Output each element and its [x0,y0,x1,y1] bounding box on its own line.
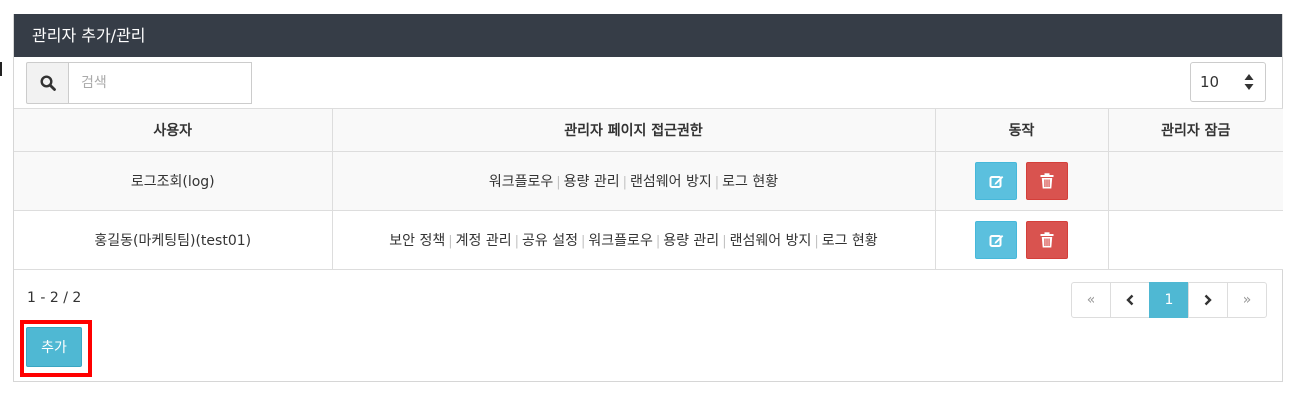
lock-cell [1107,151,1283,211]
permission-item: 보안 정책 [389,233,446,249]
trash-icon [1040,173,1054,189]
add-button[interactable]: 추가 [26,327,82,367]
chevron-right-icon [1204,294,1212,306]
permissions-cell: 보안 정책 | 계정 관리 | 공유 설정 | 워크플로우 | 용량 관리 | 랜섬웨어 방지 | 로그… [331,210,936,270]
search-input[interactable] [69,62,252,104]
table-header-row: 사용자 관리자 페이지 접근권한 동작 관리자 잠금 [14,108,1283,152]
panel-title: 관리자 추가/관리 [14,14,1282,57]
edit-button[interactable] [975,221,1018,259]
page-size-value: 10 [1200,73,1220,91]
record-count: 1 - 2 / 2 [27,290,82,306]
permission-item: 랜섬웨어 방지 [630,174,712,190]
admin-panel: 관리자 추가/관리 10 [13,14,1283,382]
lock-cell [1107,210,1283,270]
permission-item: 로그 현황 [821,233,878,249]
window-edge-marker [0,62,2,76]
col-header-actions: 동작 [934,108,1109,152]
page-number-button[interactable]: 1 [1149,282,1189,318]
chevron-left-icon [1126,294,1134,306]
admin-table: 사용자 관리자 페이지 접근권한 동작 관리자 잠금 로그조회(log) 워크플… [14,108,1283,270]
permission-item: 워크플로우 [588,233,653,249]
first-page-button[interactable]: « [1071,282,1111,318]
delete-button[interactable] [1025,162,1068,200]
col-header-lock[interactable]: 관리자 잠금 [1107,108,1283,152]
search-group [26,62,252,104]
permission-item: 워크플로우 [488,174,554,190]
user-cell: 로그조회(log) [14,151,333,211]
page-size-select[interactable]: 10 [1190,62,1266,102]
permission-item: 랜섬웨어 방지 [729,233,812,249]
user-cell: 홍길동(마케팅팀)(test01) [14,210,333,270]
col-header-user[interactable]: 사용자 [14,108,333,152]
permission-item: 용량 관리 [663,233,720,249]
last-page-button[interactable]: » [1227,282,1267,318]
search-button[interactable] [26,62,69,104]
prev-page-button[interactable] [1110,282,1150,318]
next-page-button[interactable] [1188,282,1228,318]
actions-cell [934,210,1109,270]
col-header-permissions[interactable]: 관리자 페이지 접근권한 [331,108,936,152]
edit-icon [989,175,1004,188]
permission-item: 로그 현황 [722,174,779,190]
permissions-cell: 워크플로우 | 용량 관리 | 랜섬웨어 방지 | 로그 현황 [331,151,936,211]
actions-cell [934,151,1109,211]
toolbar: 10 [14,57,1282,108]
delete-button[interactable] [1025,221,1068,259]
search-icon [39,75,56,91]
edit-button[interactable] [975,162,1018,200]
permission-item: 공유 설정 [522,233,579,249]
table-row: 로그조회(log) 워크플로우 | 용량 관리 | 랜섬웨어 방지 | 로그 현황 [14,151,1283,211]
pagination: « 1 » [1071,282,1267,318]
edit-icon [989,234,1004,247]
trash-icon [1040,232,1054,248]
permission-item: 계정 관리 [455,233,512,249]
sort-caret-icon [1244,74,1254,90]
table-row: 홍길동(마케팅팀)(test01) 보안 정책 | 계정 관리 | 공유 설정 | 워크플로… [14,210,1283,270]
permission-item: 용량 관리 [563,174,620,190]
